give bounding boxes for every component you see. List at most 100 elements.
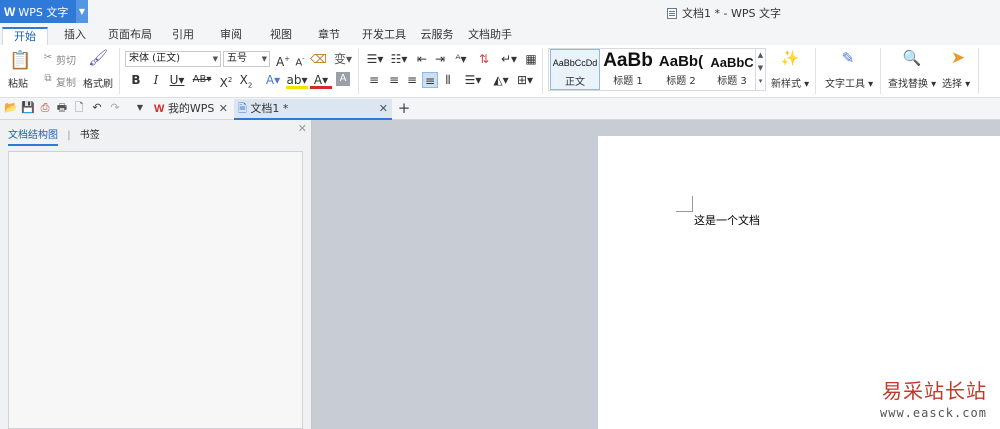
tab-cloud[interactable]: 云服务 [414, 27, 460, 45]
print-preview-icon[interactable]: 🗋 [72, 101, 86, 115]
new-style-button[interactable]: 新样式 ▾ [771, 75, 809, 90]
italic-icon[interactable]: I [148, 72, 164, 88]
pane-tabs: 文档结构图 | 书签 [8, 126, 100, 146]
find-replace-label: 查找替换 [888, 79, 928, 90]
bullet-list-icon[interactable]: ☰▾ [364, 51, 386, 67]
tab-home[interactable]: 开始 [2, 27, 48, 45]
font-size-select[interactable]: 五号 ▼ [223, 51, 270, 67]
close-icon[interactable]: ✕ [298, 122, 307, 135]
new-tab-plus-icon[interactable]: + [397, 101, 411, 116]
strikethrough-icon[interactable]: AB▾ [190, 72, 214, 88]
show-marks-icon[interactable]: ↵▾ [498, 51, 520, 67]
save-icon[interactable]: 💾 [21, 101, 35, 115]
borders-icon[interactable]: ⊞▾ [514, 72, 536, 88]
tab-insert[interactable]: 插入 [52, 27, 98, 45]
open-folder-icon[interactable]: 📂 [4, 101, 18, 115]
tab-developer[interactable]: 开发工具 [356, 27, 412, 45]
format-painter-button[interactable]: 格式刷 [83, 75, 113, 90]
text-direction-icon[interactable]: ᴬ▾ [450, 51, 472, 67]
style-heading-2[interactable]: AaBb( 标题 2 [656, 49, 706, 90]
copy-icon[interactable]: ⧉ [40, 71, 56, 87]
divider [542, 48, 543, 94]
watermark-url: www.easck.com [880, 406, 987, 420]
tab-bookmarks[interactable]: 书签 [80, 130, 100, 141]
window-title: 文档1 * - WPS 文字 [667, 5, 781, 21]
align-right-icon[interactable]: ≡ [404, 72, 420, 88]
font-size-value: 五号 [227, 53, 247, 64]
wps-logo-icon: W [4, 4, 16, 19]
tab-page-layout[interactable]: 页面布局 [104, 27, 156, 45]
style-name: 标题 1 [613, 76, 643, 87]
clear-format-icon[interactable]: ⌫ [310, 51, 327, 67]
new-style-icon[interactable]: ✨ [780, 50, 800, 70]
phonetic-guide-icon[interactable]: 变▾ [332, 51, 354, 67]
divider [978, 48, 979, 94]
tab-my-wps[interactable]: W 我的WPS ✕ [150, 99, 232, 120]
tab-doc-assistant[interactable]: 文档助手 [464, 27, 516, 45]
numbered-list-icon[interactable]: ☷▾ [388, 51, 410, 67]
underline-icon[interactable]: U▾ [166, 72, 188, 88]
redo-icon[interactable]: ↷ [108, 101, 122, 115]
styles-gallery: AaBbCcDd 正文 AaBb 标题 1 AaBb( 标题 2 AaBbC 标… [548, 48, 766, 91]
table-grid-icon[interactable]: ▦ [523, 51, 539, 67]
tab-review[interactable]: 审阅 [208, 27, 254, 45]
style-heading-1[interactable]: AaBb 标题 1 [602, 49, 654, 90]
close-icon[interactable]: ✕ [379, 99, 388, 119]
copy-button[interactable]: 复制 [56, 74, 76, 89]
find-replace-button[interactable]: 查找替换 ▾ [888, 75, 936, 90]
shrink-font-icon[interactable]: A- [292, 51, 308, 68]
tab-references[interactable]: 引用 [160, 27, 206, 45]
scissors-icon[interactable]: ✂ [40, 50, 56, 66]
tab-view[interactable]: 视图 [258, 27, 304, 45]
paste-icon[interactable]: 📋 [9, 50, 31, 72]
style-normal[interactable]: AaBbCcDd 正文 [550, 49, 600, 90]
document-text[interactable]: 这是一个文档 [694, 212, 760, 228]
char-shading-icon[interactable]: A [336, 72, 350, 86]
superscript-icon[interactable]: X2 [218, 72, 234, 90]
text-effect-icon[interactable]: A▾ [262, 72, 284, 88]
document-icon [667, 7, 677, 19]
increase-indent-icon[interactable]: ⇥ [432, 51, 448, 67]
paste-button[interactable]: 粘贴 [8, 75, 28, 90]
quick-access-bar: 📂 💾 ⎙ 🖶 🗋 ↶ ↷ ▼ W 我的WPS ✕ 🗎 文档1 * ✕ + [0, 98, 1000, 120]
tab-document-1[interactable]: 🗎 文档1 * ✕ [234, 99, 392, 120]
subscript-icon[interactable]: X2 [238, 72, 254, 89]
cut-button[interactable]: 剪切 [56, 52, 76, 67]
distributed-align-icon[interactable]: ⫴ [440, 72, 456, 88]
bold-icon[interactable]: B [128, 72, 144, 88]
tab-sections[interactable]: 章节 [306, 27, 352, 45]
chevron-down-icon[interactable]: ▼ [76, 0, 88, 23]
find-replace-icon[interactable]: 🔍 [902, 50, 922, 70]
font-name-select[interactable]: 宋体 (正文) ▼ [125, 51, 221, 67]
divider [119, 48, 120, 94]
font-color-icon[interactable]: A▾ [310, 72, 332, 89]
tab-document-map[interactable]: 文档结构图 [8, 130, 58, 146]
align-center-icon[interactable]: ≡ [386, 72, 402, 88]
print-icon[interactable]: 🖶 [55, 101, 69, 115]
window-title-text: 文档1 * - WPS 文字 [682, 7, 781, 20]
select-button[interactable]: 选择 ▾ [942, 75, 970, 90]
undo-icon[interactable]: ↶ [90, 101, 104, 115]
style-name: 标题 3 [717, 76, 747, 87]
export-pdf-icon[interactable]: ⎙ [38, 101, 52, 115]
app-menu-button[interactable]: W WPS 文字 ▼ [0, 0, 88, 23]
sort-icon[interactable]: ⇅ [476, 51, 492, 67]
document-map-tree[interactable] [8, 151, 303, 429]
highlight-color-icon[interactable]: ab▾ [286, 72, 308, 89]
close-icon[interactable]: ✕ [219, 99, 228, 119]
format-painter-icon[interactable]: 🖌 [88, 50, 108, 70]
decrease-indent-icon[interactable]: ⇤ [414, 51, 430, 67]
cursor-arrow-icon[interactable]: ➤ [948, 50, 968, 70]
customize-dropdown-icon[interactable]: ▼ [133, 101, 147, 115]
styles-scroll[interactable]: ▲ ▼ ▾ [755, 49, 765, 90]
align-left-icon[interactable]: ≡ [366, 72, 382, 88]
select-label: 选择 [942, 79, 962, 90]
grow-font-icon[interactable]: A+ [275, 51, 291, 69]
chevron-down-icon: ▼ [212, 55, 218, 63]
text-tools-button[interactable]: 文字工具 ▾ [825, 75, 873, 90]
justify-icon[interactable]: ≡ [422, 72, 438, 88]
line-spacing-icon[interactable]: ☰▾ [462, 72, 484, 88]
text-tools-icon[interactable]: ✎ [838, 50, 858, 70]
shading-icon[interactable]: ◭▾ [490, 72, 512, 88]
style-heading-3[interactable]: AaBbC 标题 3 [708, 49, 756, 90]
